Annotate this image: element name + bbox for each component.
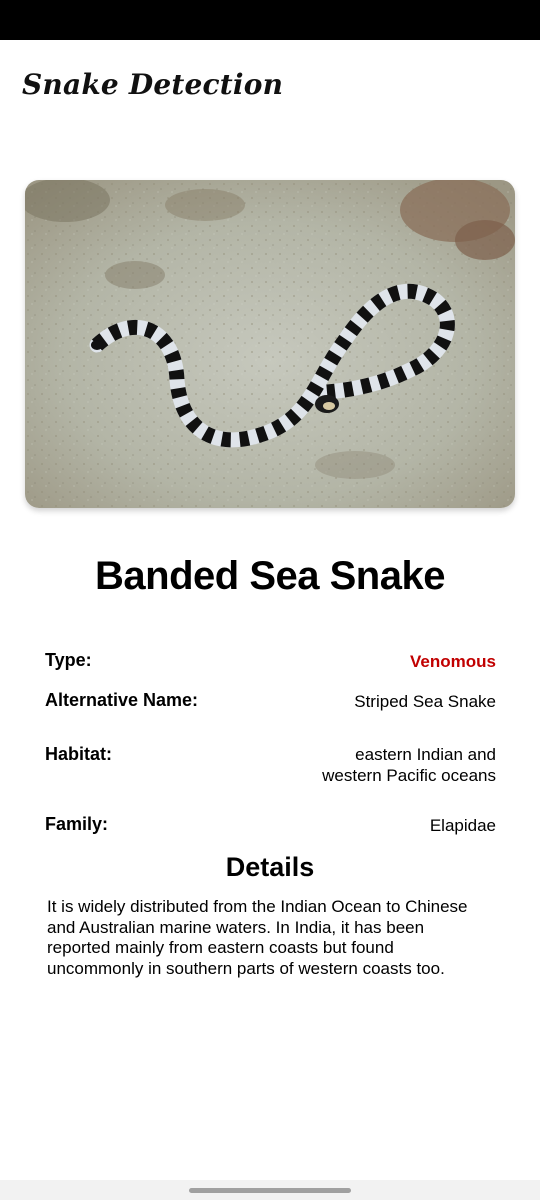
habitat-label: Habitat: [45, 744, 112, 764]
type-label: Type: [45, 650, 92, 670]
snake-illustration [25, 180, 515, 508]
status-bar [0, 0, 540, 40]
alt-name-label: Alternative Name: [45, 690, 199, 710]
habitat-value-line1: eastern Indian and [355, 745, 496, 764]
alt-name-value: Striped Sea Snake [354, 692, 496, 711]
habitat-value: eastern Indian and western Pacific ocean… [322, 744, 496, 786]
family-label: Family: [45, 814, 109, 834]
family-value: Elapidae [429, 816, 496, 835]
details-title: Details [225, 852, 315, 882]
type-value: Venomous [410, 652, 496, 671]
habitat-value-line2: western Pacific oceans [322, 766, 496, 785]
snake-photo [25, 180, 515, 508]
home-gesture-handle[interactable] [189, 1188, 351, 1193]
snake-name: Banded Sea Snake [95, 554, 445, 598]
navigation-bar [0, 1180, 540, 1200]
app-title: Snake Detection [22, 68, 284, 101]
details-text: It is widely distributed from the Indian… [47, 897, 468, 978]
